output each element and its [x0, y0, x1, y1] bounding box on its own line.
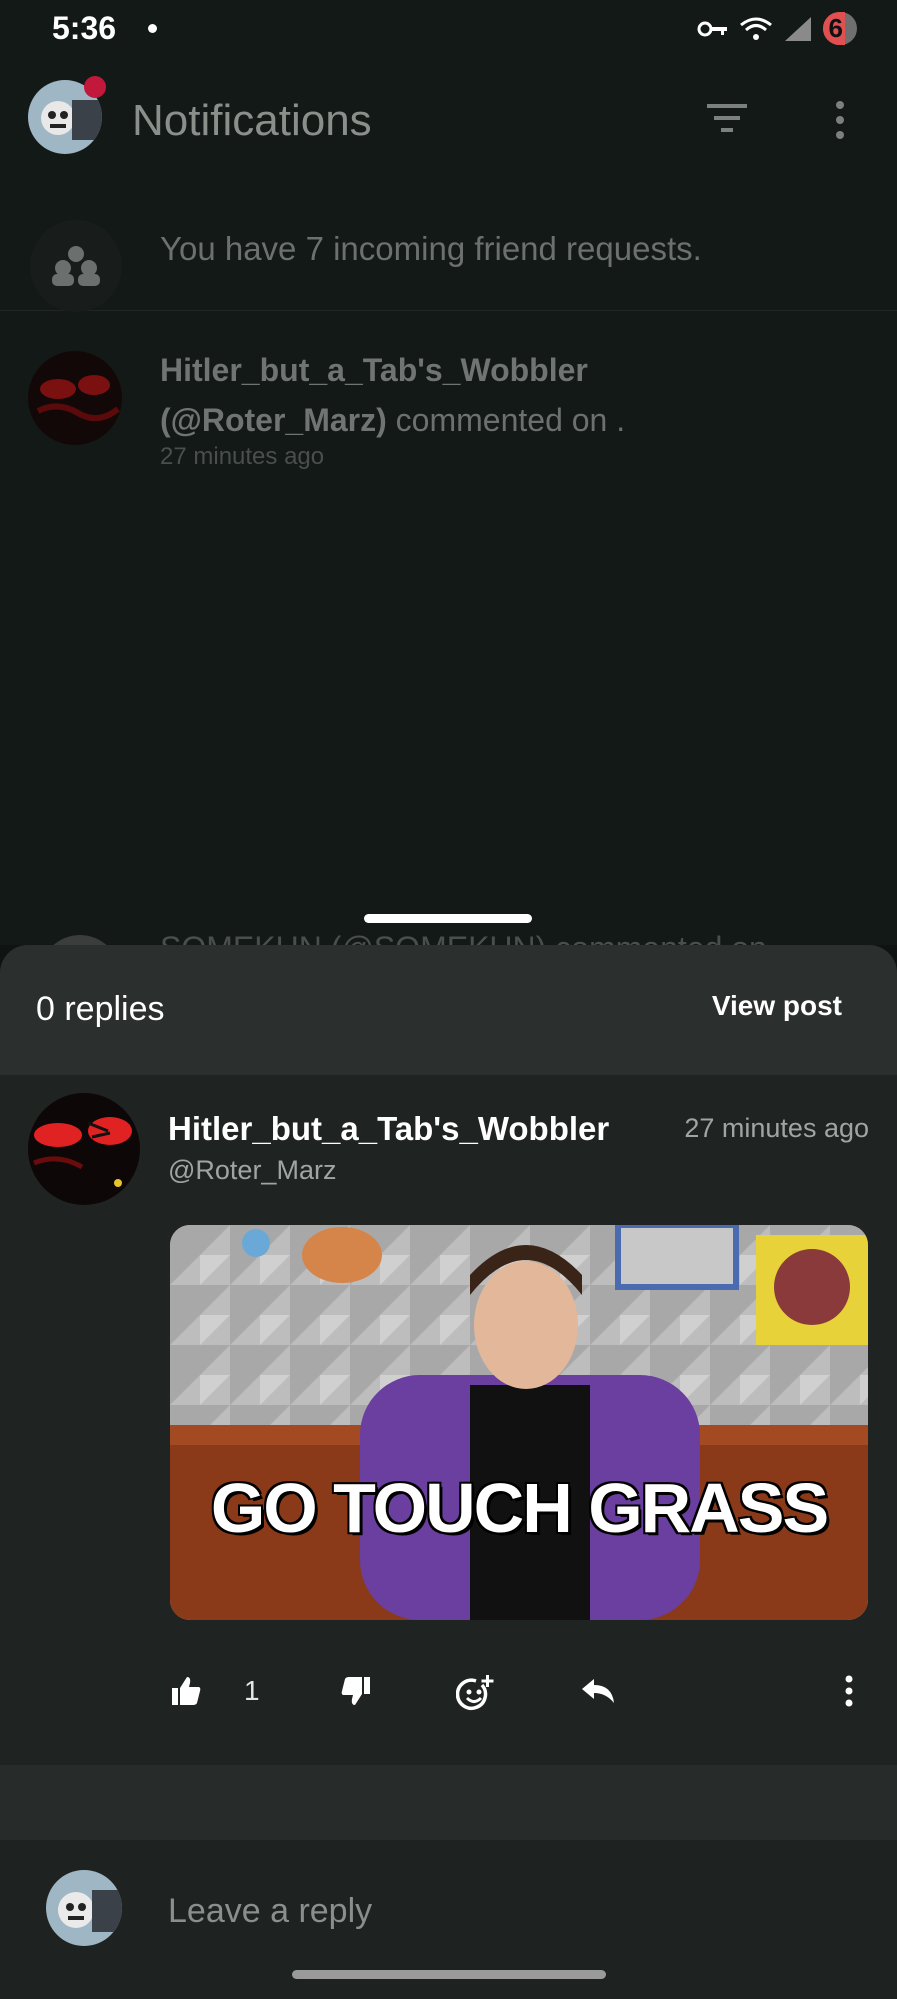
comment-time: 27 minutes ago: [684, 1113, 869, 1143]
replies-count: 0 replies: [36, 990, 165, 1028]
sheet-header: 0 replies View post: [0, 945, 897, 1075]
comment-more-icon[interactable]: [844, 1675, 854, 1716]
battery-indicator: 6: [822, 12, 857, 45]
notification-dot: [148, 24, 157, 33]
reply-icon[interactable]: [580, 1675, 616, 1714]
reply-input[interactable]: Leave a reply: [168, 1892, 372, 1931]
app-bar: Notifications: [0, 70, 897, 170]
notification-action: commented on .: [395, 402, 626, 438]
comment-actions: 1: [0, 1675, 897, 1735]
page-title: Notifications: [132, 96, 372, 145]
notification-author: Hitler_but_a_Tab's_Wobbler: [160, 352, 588, 388]
composer-avatar: [46, 1870, 122, 1946]
gif-caption: GO TOUCH GRASS: [210, 1469, 829, 1547]
view-post-button[interactable]: View post: [712, 990, 842, 1022]
sheet-divider: [0, 1765, 897, 1840]
wifi-icon: [739, 17, 772, 40]
peek-text: SOMEKUN (@SOMEKUN) commented on: [160, 930, 767, 945]
like-icon[interactable]: [170, 1675, 202, 1716]
vpn-key-icon: [697, 21, 727, 36]
peek-avatar: [40, 935, 120, 945]
add-reaction-icon[interactable]: [455, 1675, 496, 1720]
signal-icon: [784, 16, 811, 41]
notification-item[interactable]: Hitler_but_a_Tab's_Wobbler (@Roter_Marz)…: [0, 345, 897, 495]
status-bar: 5:36 6: [0, 0, 897, 60]
status-icons: 6: [697, 12, 857, 45]
notification-avatar: [28, 351, 122, 445]
comment-avatar[interactable]: [28, 1093, 140, 1205]
gesture-nav-bar[interactable]: [292, 1970, 606, 1979]
friends-icon: [30, 220, 122, 312]
filter-icon[interactable]: [705, 100, 749, 146]
notification-handle: (@Roter_Marz): [160, 402, 387, 438]
sheet-drag-handle[interactable]: [364, 914, 532, 923]
comment-bottom-sheet: 0 replies View post Hitler_but_a_Tab's_W…: [0, 945, 897, 1999]
more-options-icon[interactable]: [832, 100, 848, 150]
notification-text: Hitler_but_a_Tab's_Wobbler (@Roter_Marz)…: [160, 345, 625, 445]
notification-time: 27 minutes ago: [160, 443, 325, 470]
status-time: 5:36: [52, 10, 117, 46]
unread-badge: [84, 76, 106, 98]
friend-requests-text: You have 7 incoming friend requests.: [160, 230, 702, 267]
comment-gif[interactable]: GO TOUCH GRASS: [170, 1225, 868, 1620]
comment-handle: @Roter_Marz: [168, 1155, 337, 1185]
friend-requests-row[interactable]: You have 7 incoming friend requests.: [0, 210, 897, 312]
comment-author[interactable]: Hitler_but_a_Tab's_Wobbler: [168, 1110, 628, 1148]
dislike-icon[interactable]: [340, 1675, 372, 1716]
like-count: 1: [244, 1675, 260, 1706]
